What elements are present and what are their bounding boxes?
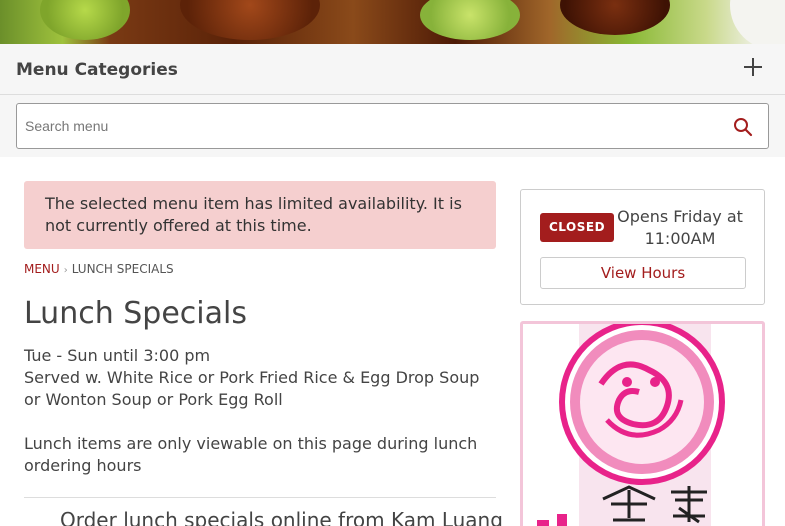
view-hours-button[interactable]: View Hours [540,257,746,289]
breadcrumb-menu-link[interactable]: MENU [24,262,60,276]
breadcrumb: MENU › LUNCH SPECIALS [24,262,174,276]
description-line: Served w. White Rice or Pork Fried Rice … [24,368,480,409]
order-lunch-link[interactable]: Order lunch specials online from Kam Lua… [60,508,503,526]
hours-card: CLOSED Opens Friday at 11:00AM View Hour… [520,189,765,305]
plus-icon[interactable] [740,54,766,80]
menu-categories-bar[interactable]: Menu Categories [0,44,785,95]
search-input[interactable] [25,114,705,138]
dragon-emblem-icon [537,324,725,526]
status-badge: CLOSED [540,213,615,242]
restaurant-logo [520,321,765,526]
search-icon[interactable] [733,117,753,137]
page-title: Lunch Specials [24,296,247,331]
breadcrumb-current: LUNCH SPECIALS [71,262,174,276]
availability-alert: The selected menu item has limited avail… [24,181,496,249]
menu-categories-title: Menu Categories [16,60,178,80]
hero-image [0,0,785,44]
category-description: Tue - Sun until 3:00 pm Served w. White … [24,345,494,477]
search-bar [0,95,785,157]
chevron-right-icon: › [63,265,68,276]
description-line: Lunch items are only viewable on this pa… [24,434,478,475]
search-box [16,103,769,149]
opening-time: Opens Friday at 11:00AM [617,207,743,248]
description-line: Tue - Sun until 3:00 pm [24,346,211,365]
divider [24,497,496,498]
alert-message: The selected menu item has limited avail… [45,194,462,235]
